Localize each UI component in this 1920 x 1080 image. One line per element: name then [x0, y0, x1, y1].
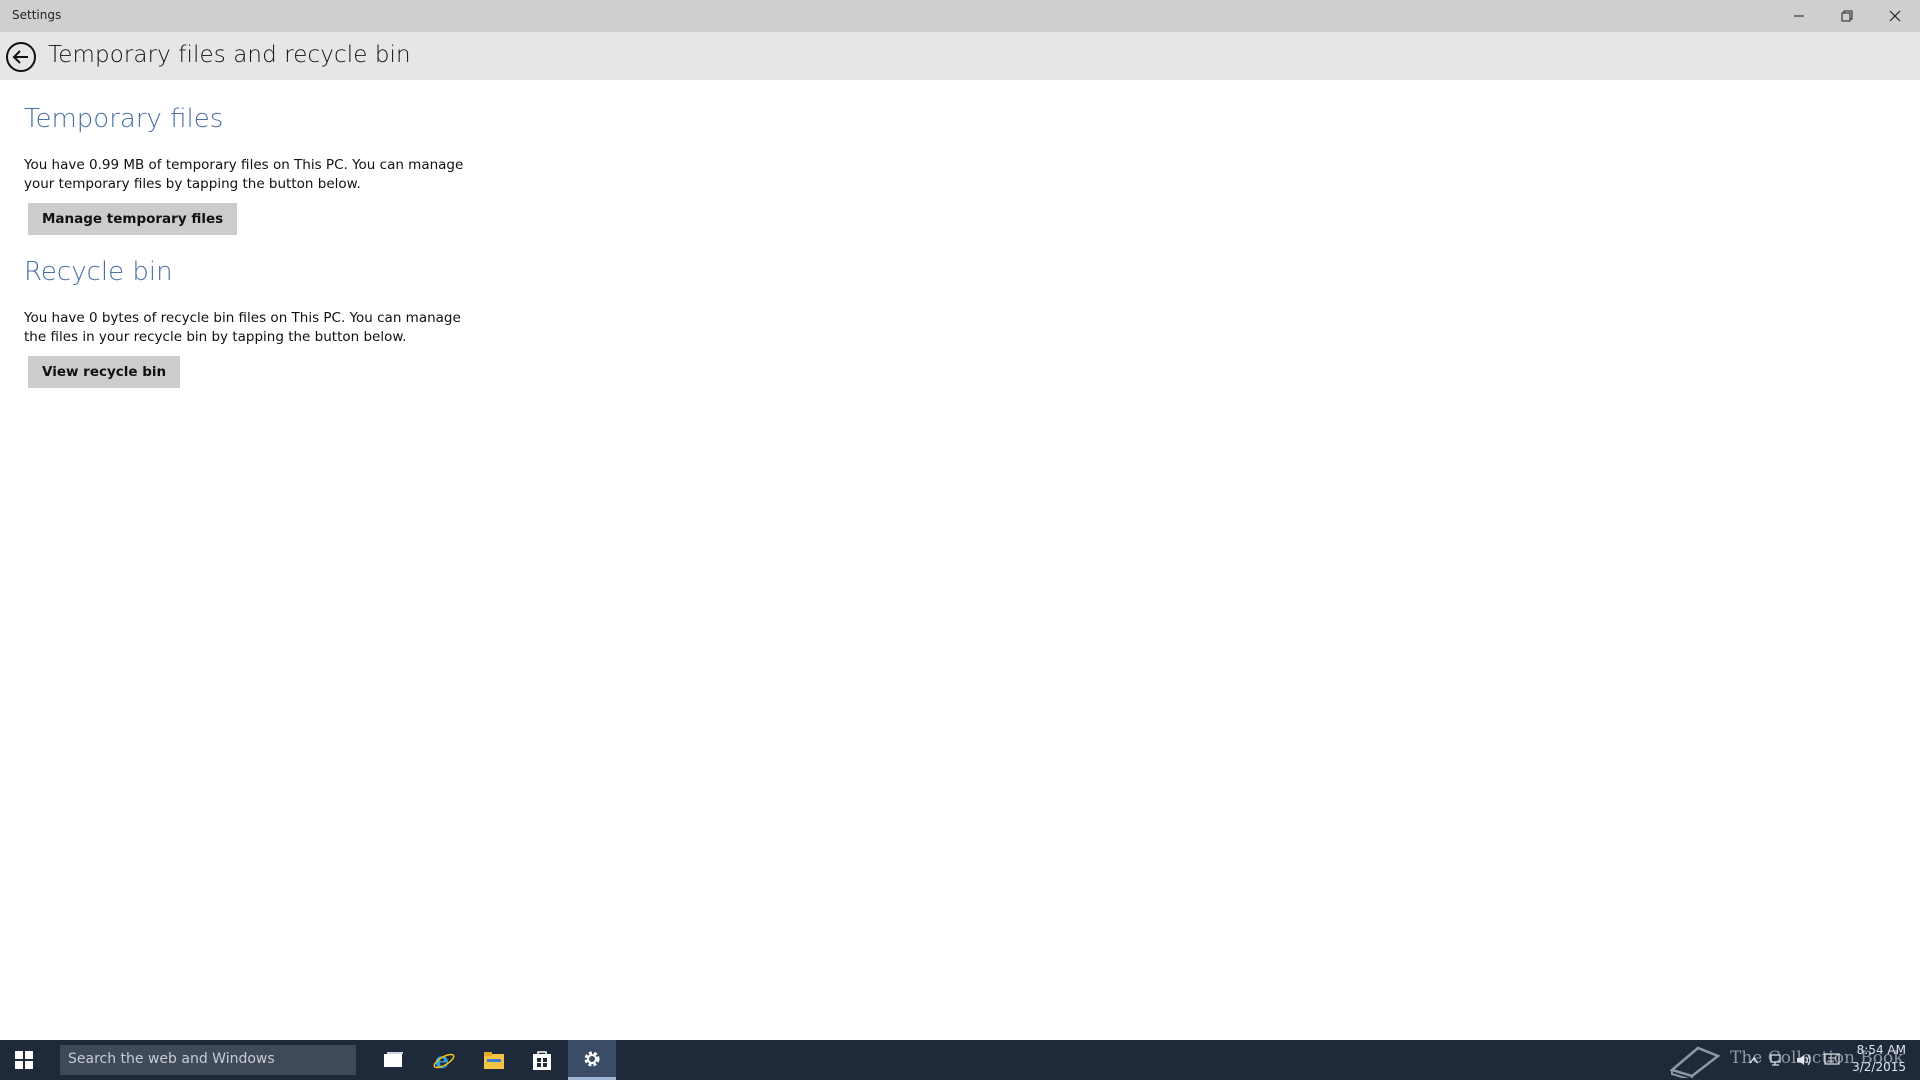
temporary-files-description: You have 0.99 MB of temporary files on T…	[24, 157, 464, 192]
restore-icon	[1841, 10, 1853, 22]
title-bar: Settings	[0, 0, 1920, 32]
taskbar: Search the web and Windows e The Collect…	[0, 1040, 1920, 1080]
recycle-bin-description: You have 0 bytes of recycle bin files on…	[24, 310, 461, 345]
minimize-button[interactable]	[1776, 0, 1822, 32]
task-view-icon	[384, 1052, 403, 1067]
file-explorer-button[interactable]	[470, 1040, 518, 1080]
volume-button[interactable]	[1796, 1052, 1812, 1068]
store-icon	[533, 1051, 551, 1070]
start-button[interactable]	[0, 1040, 48, 1080]
taskbar-search-box[interactable]: Search the web and Windows	[60, 1045, 356, 1075]
svg-text:e: e	[435, 1048, 449, 1072]
restore-button[interactable]	[1824, 0, 1870, 32]
windows-logo-icon	[15, 1051, 33, 1069]
internet-explorer-icon: e	[433, 1048, 455, 1072]
minimize-icon	[1794, 15, 1804, 17]
settings-button[interactable]	[568, 1040, 616, 1080]
message-icon	[1824, 1053, 1840, 1065]
task-view-button[interactable]	[370, 1040, 418, 1080]
speaker-icon	[1797, 1054, 1811, 1066]
show-hidden-icons-button[interactable]	[1746, 1052, 1762, 1068]
internet-explorer-button[interactable]: e	[420, 1040, 468, 1080]
window-title: Settings	[12, 8, 62, 22]
network-button[interactable]	[1770, 1052, 1786, 1068]
page-title: Temporary files and recycle bin	[48, 42, 411, 68]
book-watermark-icon	[1669, 1046, 1721, 1078]
back-button[interactable]	[4, 40, 37, 73]
temporary-files-title: Temporary files	[24, 104, 224, 134]
close-icon	[1889, 10, 1901, 22]
manage-temporary-files-button[interactable]: Manage temporary files	[28, 203, 238, 235]
page-header: Temporary files and recycle bin	[0, 32, 1920, 80]
store-button[interactable]	[518, 1040, 566, 1080]
file-explorer-icon	[484, 1052, 504, 1069]
view-recycle-bin-button[interactable]: View recycle bin	[28, 356, 181, 388]
network-icon	[1770, 1054, 1781, 1066]
clock-date[interactable]: 3/2/2015	[1846, 1060, 1906, 1074]
back-arrow-icon	[5, 41, 36, 72]
close-button[interactable]	[1872, 0, 1918, 32]
chevron-up-icon	[1749, 1056, 1759, 1064]
settings-icon	[584, 1051, 600, 1066]
recycle-bin-title: Recycle bin	[24, 257, 173, 287]
clock-time[interactable]: 8:54 AM	[1846, 1043, 1906, 1057]
action-center-button[interactable]	[1824, 1052, 1840, 1068]
